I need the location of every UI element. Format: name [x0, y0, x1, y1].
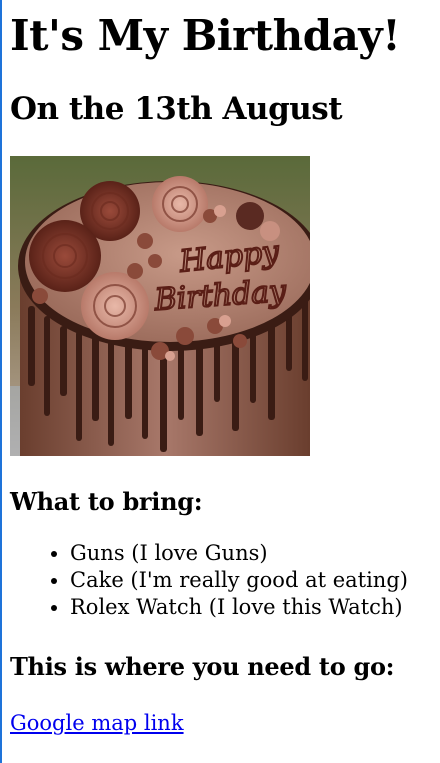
google-map-link[interactable]: Google map link — [10, 710, 184, 737]
what-to-bring-heading: What to bring: — [10, 487, 203, 516]
birthday-cake-image: Happy Birthday — [10, 156, 310, 456]
window-left-edge — [0, 0, 2, 763]
date-subtitle: On the 13th August — [10, 91, 343, 127]
bring-list: Guns (I love Guns) Cake (I'm really good… — [10, 540, 430, 621]
list-item: Guns (I love Guns) — [70, 540, 430, 567]
list-item: Cake (I'm really good at eating) — [70, 567, 430, 594]
location-heading: This is where you need to go: — [10, 652, 395, 681]
page-title: It's My Birthday! — [10, 11, 401, 60]
list-item: Rolex Watch (I love this Watch) — [70, 594, 430, 621]
page-content: It's My Birthday! On the 13th August Hap… — [10, 0, 430, 737]
